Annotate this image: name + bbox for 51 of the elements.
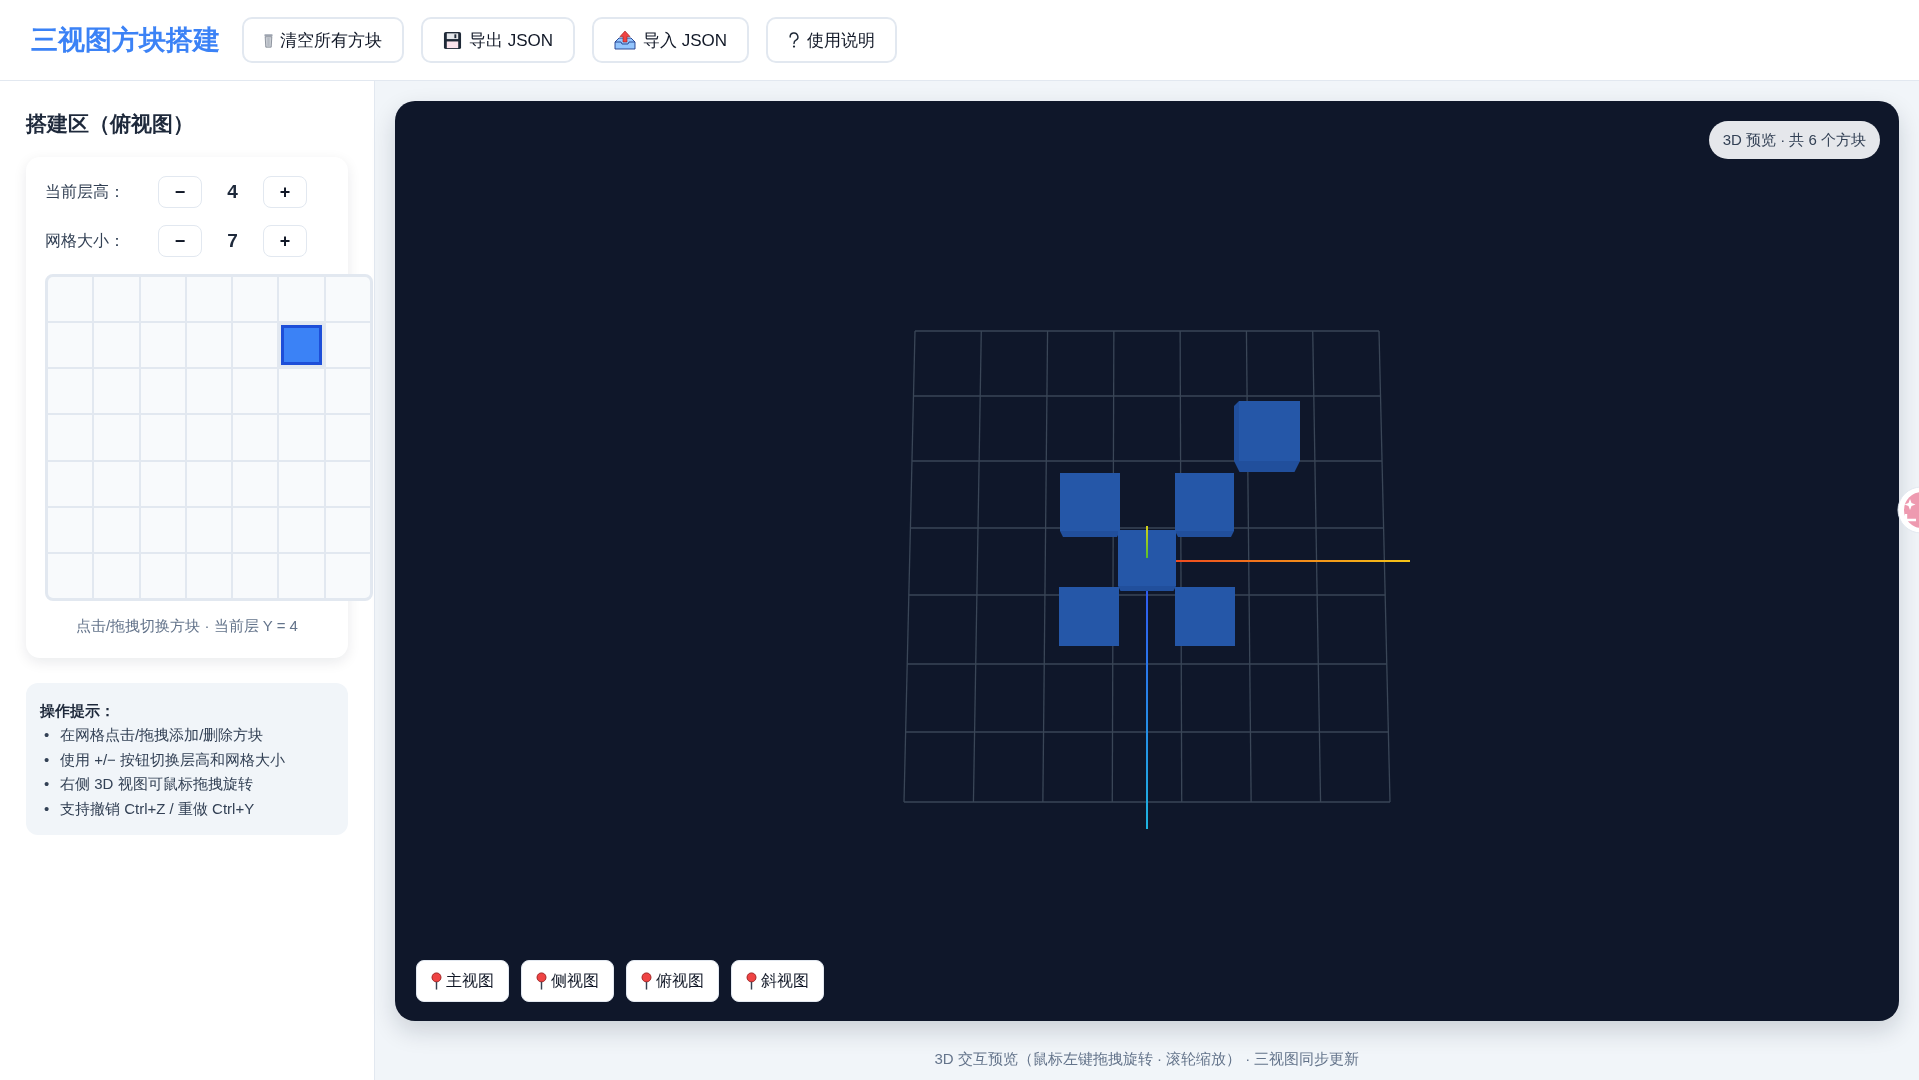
control-value: 7 [226, 230, 239, 252]
grid-cell[interactable] [48, 553, 93, 598]
pin-icon [536, 972, 547, 990]
cube[interactable] [1118, 530, 1176, 591]
preview-canvas[interactable]: 3D 预览 · 共 6 个方块 主视图 侧视图 俯视图 斜视图 [395, 101, 1899, 1021]
pin-icon [641, 972, 652, 990]
trash-icon [264, 32, 273, 48]
tip-text: 在网格点击/拖拽添加/删除方块 [60, 725, 264, 745]
app-title: 三视图方块搭建 [31, 24, 220, 57]
tip-text: 右侧 3D 视图可鼠标拖拽旋转 [60, 774, 253, 794]
block-count-badge: 3D 预览 · 共 6 个方块 [1708, 121, 1880, 159]
cube[interactable] [1060, 473, 1120, 537]
list-bullet: • [44, 774, 51, 794]
decrement-button[interactable]: − [158, 225, 202, 257]
tip-text: 使用 +/− 按钮切换层高和网格大小 [60, 749, 286, 770]
view-button[interactable]: 主视图 [416, 960, 509, 1002]
view-button[interactable]: 斜视图 [731, 960, 824, 1002]
grid-cell[interactable] [281, 325, 322, 366]
increment-button[interactable]: + [263, 225, 307, 257]
list-bullet: • [44, 725, 51, 745]
control-label: 网格大小： [45, 230, 126, 251]
cube[interactable] [1234, 401, 1300, 472]
question-mark-icon [788, 31, 801, 49]
increment-button[interactable]: + [263, 176, 307, 208]
tray-upload-icon [614, 30, 637, 50]
tips-title: 操作提示： [40, 701, 116, 721]
clear-button[interactable]: 清空所有方块 [242, 17, 404, 63]
export-button[interactable]: 导出 JSON [421, 17, 576, 63]
view-button[interactable]: 侧视图 [521, 960, 614, 1002]
cube[interactable] [1175, 473, 1234, 537]
cube[interactable] [1059, 587, 1119, 646]
import-button[interactable]: 导入 JSON [592, 17, 750, 63]
control-value: 4 [226, 181, 239, 203]
grid-caption: 点击/拖拽切换方块 · 当前层 Y = 4 [75, 616, 299, 636]
pin-icon [431, 972, 442, 990]
sidebar-title: 搭建区（俯视图） [26, 113, 195, 135]
axis-line [1146, 526, 1148, 558]
list-bullet: • [44, 749, 51, 770]
view-button[interactable]: 俯视图 [626, 960, 719, 1002]
grid-cell[interactable] [48, 277, 93, 322]
control-label: 当前层高： [45, 181, 126, 202]
pin-icon [746, 972, 757, 990]
decrement-button[interactable]: − [158, 176, 202, 208]
floating-button-icon[interactable] [1896, 486, 1919, 534]
help-button[interactable]: 使用说明 [766, 17, 898, 63]
footer-note: 3D 交互预览（鼠标左键拖拽旋转 · 滚轮缩放） · 三视图同步更新 [933, 1049, 1361, 1069]
grid-cell[interactable] [325, 277, 370, 322]
list-bullet: • [44, 798, 51, 819]
tip-text: 支持撤销 Ctrl+Z / 重做 Ctrl+Y [60, 798, 255, 819]
cube[interactable] [1175, 587, 1235, 646]
grid-cell[interactable] [325, 553, 370, 598]
